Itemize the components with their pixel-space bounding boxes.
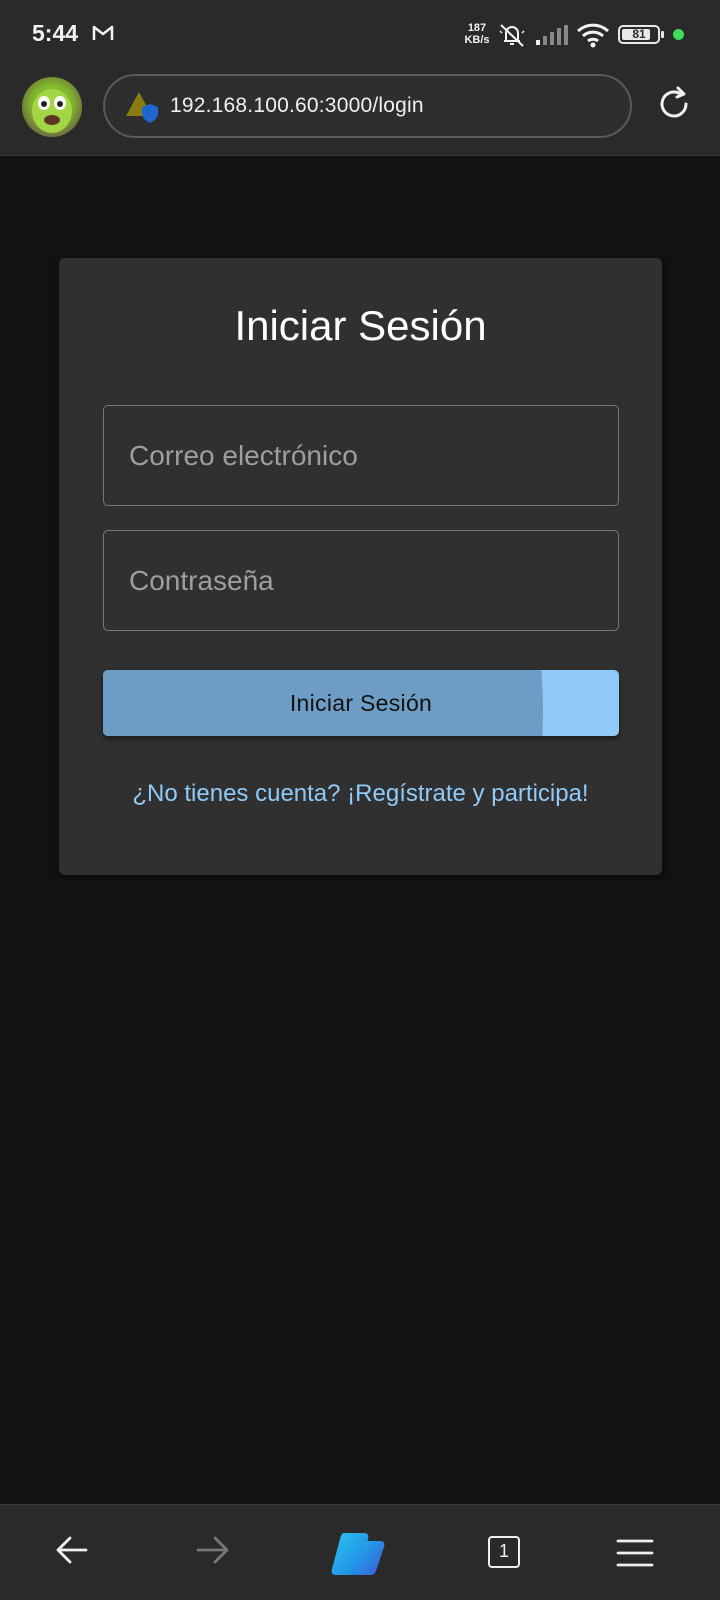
battery-cap: [661, 31, 664, 38]
password-field[interactable]: [103, 530, 619, 631]
tabs-icon[interactable]: 1: [488, 1536, 520, 1568]
copilot-icon[interactable]: [330, 1529, 388, 1579]
network-speed-value: 187: [467, 22, 487, 34]
login-title: Iniciar Sesión: [234, 302, 487, 349]
page-content: Iniciar Sesión Iniciar Sesión ¿No tienes…: [0, 157, 720, 1504]
address-bar[interactable]: 192.168.100.60:3000/login: [103, 74, 632, 138]
browser-toolbar: 192.168.100.60:3000/login: [0, 66, 720, 156]
url-text[interactable]: 192.168.100.60:3000/login: [170, 94, 424, 118]
reload-icon[interactable]: [656, 86, 692, 122]
profile-avatar[interactable]: [22, 77, 82, 137]
status-bar: 5:44 187 KB/s 81: [0, 0, 720, 66]
privacy-indicator-dot: [673, 29, 684, 40]
email-input[interactable]: [104, 406, 618, 505]
browser-bottom-nav: 1: [0, 1504, 720, 1600]
login-button[interactable]: Iniciar Sesión: [103, 670, 619, 736]
not-secure-warning-icon[interactable]: [125, 90, 161, 124]
battery-level: 81: [632, 27, 646, 41]
network-speed: 187 KB/s: [462, 22, 492, 46]
signal-icon: [536, 25, 568, 45]
gmail-icon: [92, 25, 114, 40]
login-button-label: Iniciar Sesión: [289, 689, 433, 716]
password-input[interactable]: [104, 531, 618, 630]
tab-count: 1: [488, 1536, 520, 1568]
back-arrow-icon[interactable]: [56, 1535, 88, 1565]
avatar-image: [32, 89, 72, 133]
forward-arrow-icon[interactable]: [196, 1535, 230, 1565]
battery-icon: 81: [618, 25, 660, 44]
register-link[interactable]: ¿No tienes cuenta? ¡Regístrate y partici…: [59, 780, 662, 808]
network-speed-unit: KB/s: [464, 34, 490, 46]
menu-icon[interactable]: [616, 1538, 654, 1568]
status-time: 5:44: [32, 20, 79, 46]
wifi-icon: [576, 23, 610, 48]
email-field[interactable]: [103, 405, 619, 506]
login-card: Iniciar Sesión Iniciar Sesión ¿No tienes…: [59, 258, 662, 875]
mute-icon: [499, 24, 525, 47]
